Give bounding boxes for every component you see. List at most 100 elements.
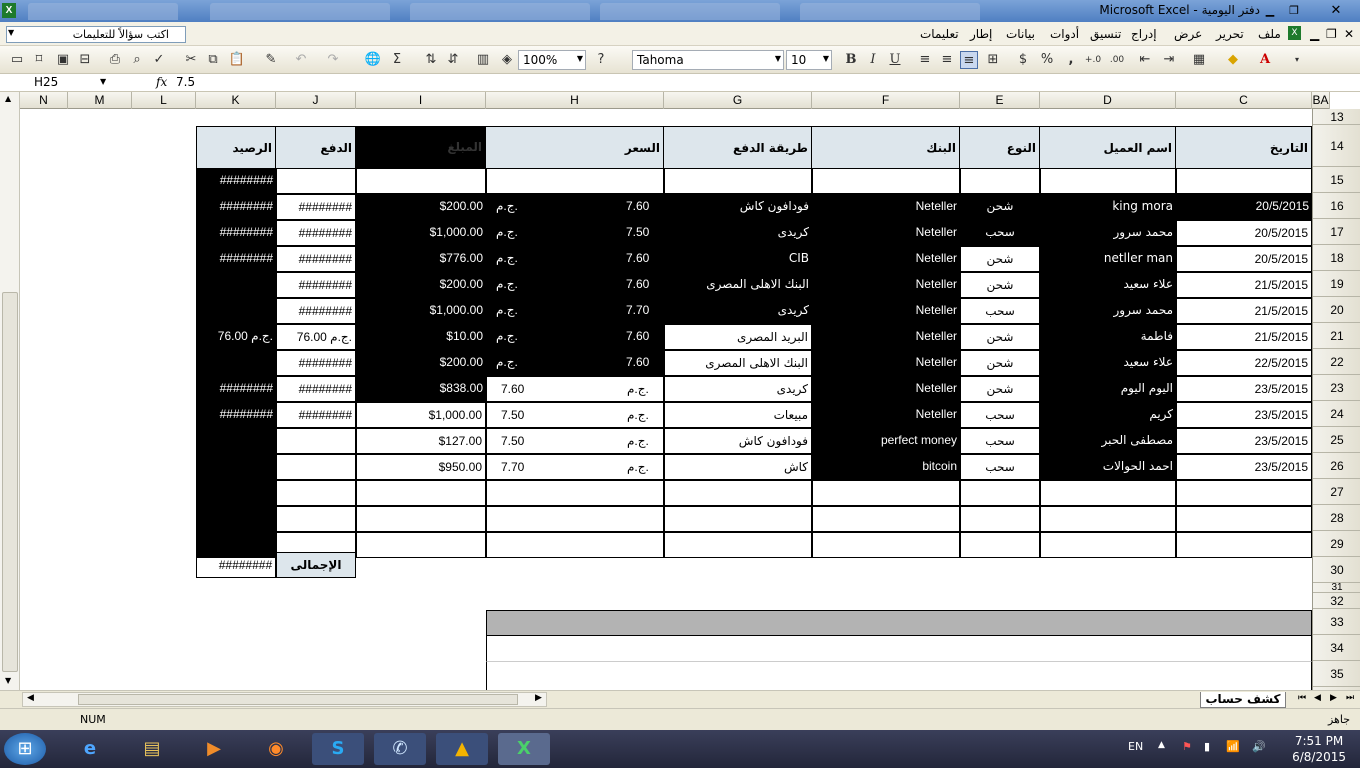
cell-g29[interactable] (664, 532, 812, 558)
chevron-down-icon[interactable]: ▼ (823, 54, 829, 63)
header-pay-method[interactable]: طريقة الدفع (664, 126, 812, 168)
row-header[interactable]: 25 (1313, 427, 1360, 453)
merge-center-icon[interactable]: ⊞ (984, 51, 1002, 69)
row-header[interactable]: 29 (1313, 531, 1360, 557)
row-header[interactable]: 32 (1313, 593, 1360, 609)
undo-icon[interactable]: ↶ (292, 51, 310, 69)
prev-sheet-icon[interactable]: ◀ (1314, 693, 1321, 703)
cell-h24[interactable]: 7.50 ج.م. (486, 402, 664, 428)
cell-k27[interactable] (196, 480, 276, 506)
last-sheet-icon[interactable]: ⏭ (1346, 693, 1354, 703)
doc-close-icon[interactable]: ✕ (1344, 27, 1354, 41)
bold-button[interactable]: B (842, 51, 860, 69)
cell-j27[interactable] (276, 480, 356, 506)
cell-h23[interactable]: 7.60 ج.م. (486, 376, 664, 402)
paste-icon[interactable]: 📋 (228, 51, 246, 69)
internet-explorer-icon[interactable]: e (64, 733, 116, 765)
row-header[interactable]: 20 (1313, 297, 1360, 323)
cell-c29[interactable] (1176, 532, 1312, 558)
cell-d23[interactable]: اليوم اليوم (1040, 376, 1176, 402)
cell-k17[interactable]: ######## (196, 220, 276, 246)
cell-e25[interactable]: سحب (960, 428, 1040, 454)
cell-h17[interactable]: 7.50 ج.م. (486, 220, 664, 246)
decrease-indent-icon[interactable]: ⇤ (1136, 51, 1154, 69)
cell-d21[interactable]: فاطمة (1040, 324, 1176, 350)
tray-expand-icon[interactable]: ▲ (1158, 740, 1165, 750)
cell-c21[interactable]: 21/5/2015 (1176, 324, 1312, 350)
cell-i16[interactable]: $200.00 (356, 194, 486, 220)
cell-g16[interactable]: فودافون كاش (664, 194, 812, 220)
cell-k18[interactable]: ######## (196, 246, 276, 272)
clock[interactable]: 7:51 PM 6/8/2015 (1292, 733, 1346, 765)
cell-k22[interactable] (196, 350, 276, 376)
cell-e26[interactable]: سحب (960, 454, 1040, 480)
font-select[interactable]: Tahoma ▼ (632, 50, 784, 70)
cell-e16[interactable]: شحن (960, 194, 1040, 220)
increase-indent-icon[interactable]: ⇥ (1160, 51, 1178, 69)
align-center-icon[interactable]: ≡ (938, 51, 956, 69)
menu-view[interactable]: عرض (1174, 27, 1202, 41)
cell-g27[interactable] (664, 480, 812, 506)
col-header[interactable]: BA (1312, 92, 1330, 109)
cell-d27[interactable] (1040, 480, 1176, 506)
cell-j21[interactable]: 76.00 ج.م. (276, 324, 356, 350)
drawing-icon[interactable]: ◈ (498, 51, 516, 69)
action-center-icon[interactable]: ⚑ (1182, 740, 1192, 753)
cell-i26[interactable]: $950.00 (356, 454, 486, 480)
zoom-select[interactable]: 100% ▼ (518, 50, 586, 70)
cut-icon[interactable]: ✂ (182, 51, 200, 69)
cell-c15[interactable] (1176, 168, 1312, 194)
cell-e15[interactable] (960, 168, 1040, 194)
sheet-tab[interactable]: كشف حساب (1200, 692, 1286, 708)
header-payment[interactable]: الدفع (276, 126, 356, 168)
header-client[interactable]: اسم العميل (1040, 126, 1176, 168)
media-player-icon[interactable]: ▶ (188, 733, 240, 765)
cell-i22[interactable]: $200.00 (356, 350, 486, 376)
cell-k28[interactable] (196, 506, 276, 532)
hyperlink-icon[interactable]: 🌐 (364, 51, 382, 69)
total-label[interactable]: الإجمالى (276, 552, 356, 578)
chevron-down-icon[interactable]: ▼ (100, 77, 106, 86)
cell-d22[interactable]: علاء سعيد (1040, 350, 1176, 376)
cell-g20[interactable]: كريدى (664, 298, 812, 324)
cell-i21[interactable]: $10.00 (356, 324, 486, 350)
cell-h27[interactable] (486, 480, 664, 506)
chevron-down-icon[interactable]: ▼ (577, 54, 583, 63)
cell-e17[interactable]: سحب (960, 220, 1040, 246)
firefox-icon[interactable]: ◉ (250, 733, 302, 765)
row-header[interactable]: 16 (1313, 193, 1360, 219)
align-left-icon[interactable]: ≡ (916, 51, 934, 69)
cell-i28[interactable] (356, 506, 486, 532)
copy-icon[interactable]: ⧉ (204, 51, 222, 69)
cell-d26[interactable]: احمد الحوالات (1040, 454, 1176, 480)
print-preview-icon[interactable]: ⌕ (128, 51, 146, 69)
cell-j23[interactable]: ######## (276, 376, 356, 402)
cell-d29[interactable] (1040, 532, 1176, 558)
power-icon[interactable]: ▮ (1204, 740, 1210, 753)
cell-h26[interactable]: 7.70 ج.م. (486, 454, 664, 480)
row-header[interactable]: 30 (1313, 557, 1360, 583)
cell-h19[interactable]: 7.60 ج.م. (486, 272, 664, 298)
cell-f18[interactable]: Neteller (812, 246, 960, 272)
cell-k19[interactable] (196, 272, 276, 298)
cell-k24[interactable]: ######## (196, 402, 276, 428)
cell-h18[interactable]: 7.60 ج.م. (486, 246, 664, 272)
cell-e21[interactable]: شحن (960, 324, 1040, 350)
cell-g21[interactable]: البريد المصرى (664, 324, 812, 350)
cell-f29[interactable] (812, 532, 960, 558)
name-box[interactable]: H25 ▼ (0, 74, 112, 92)
cell-c19[interactable]: 21/5/2015 (1176, 272, 1312, 298)
cell-i25[interactable]: $127.00 (356, 428, 486, 454)
cell-c26[interactable]: 23/5/2015 (1176, 454, 1312, 480)
cell-e27[interactable] (960, 480, 1040, 506)
menu-data[interactable]: بيانات (1006, 27, 1035, 41)
row-header[interactable]: 19 (1313, 271, 1360, 297)
cell-c28[interactable] (1176, 506, 1312, 532)
cell-j26[interactable] (276, 454, 356, 480)
cell-j28[interactable] (276, 506, 356, 532)
cell-c22[interactable]: 22/5/2015 (1176, 350, 1312, 376)
cell-i29[interactable] (356, 532, 486, 558)
cell-e23[interactable]: شحن (960, 376, 1040, 402)
cell-g17[interactable]: كريدى (664, 220, 812, 246)
save-icon[interactable]: ▣ (54, 51, 72, 69)
